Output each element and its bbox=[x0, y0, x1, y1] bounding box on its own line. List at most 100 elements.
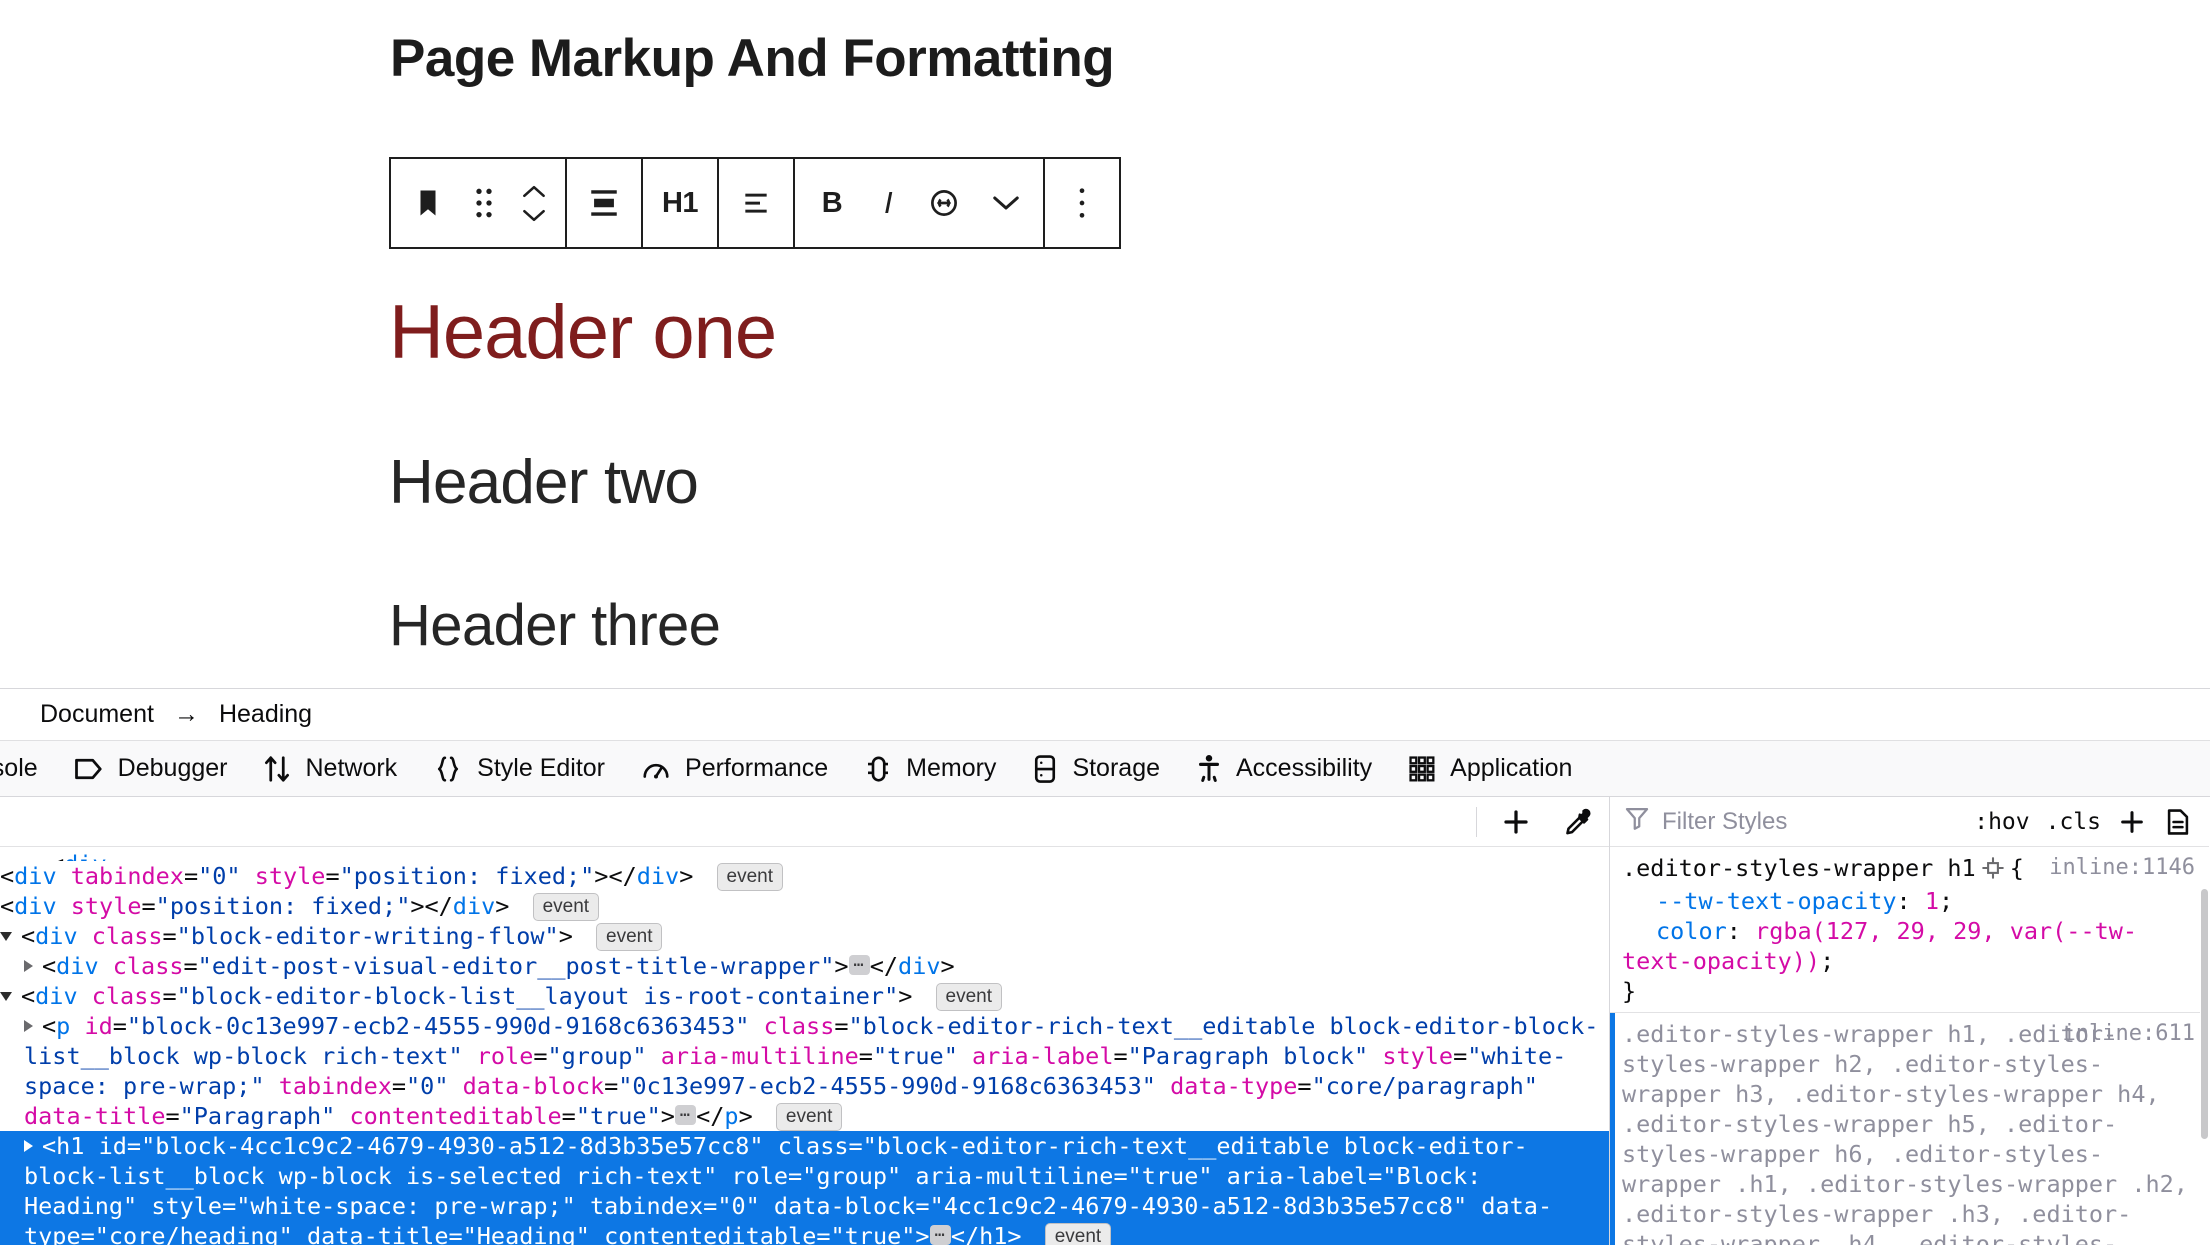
drag-handle-icon[interactable] bbox=[459, 159, 509, 247]
rule-change-marker bbox=[1610, 1013, 1615, 1245]
more-formatting-chevron-down-icon[interactable] bbox=[975, 159, 1037, 247]
event-badge[interactable]: event bbox=[532, 893, 600, 921]
tab-storage[interactable]: Storage bbox=[1014, 741, 1178, 796]
toolbar-group-block bbox=[391, 159, 567, 247]
expand-twisty-icon[interactable] bbox=[0, 992, 12, 1001]
rules-scrollbar[interactable] bbox=[2200, 847, 2209, 1245]
expand-twisty-icon[interactable] bbox=[24, 960, 33, 972]
markup-toolbar bbox=[0, 797, 1609, 847]
filter-bar: Filter Styles :hov .cls bbox=[1610, 797, 2209, 847]
event-badge[interactable]: event bbox=[775, 1103, 843, 1131]
toolbar-group-heading-level: H1 bbox=[643, 159, 719, 247]
css-value[interactable]: 1 bbox=[1925, 887, 1939, 915]
collapsed-children-ellipsis[interactable]: ⋯ bbox=[929, 1225, 951, 1245]
css-selector[interactable]: .editor-styles-wrapper h1 bbox=[1622, 854, 1976, 882]
accessibility-icon bbox=[1196, 754, 1222, 784]
expand-twisty-icon[interactable] bbox=[24, 1140, 33, 1152]
block-options-kebab-icon[interactable] bbox=[1051, 159, 1113, 247]
block-type-icon[interactable] bbox=[397, 159, 459, 247]
italic-button[interactable]: I bbox=[863, 159, 913, 247]
tab-console[interactable]: onsole bbox=[0, 741, 56, 796]
toolbar-group-options bbox=[1045, 159, 1119, 247]
link-icon[interactable] bbox=[913, 159, 975, 247]
document-heading-two[interactable]: Header two bbox=[389, 452, 699, 514]
tab-application-label: Application bbox=[1450, 754, 1573, 782]
bold-button[interactable]: B bbox=[801, 159, 863, 247]
tab-style-editor[interactable]: Style Editor bbox=[415, 741, 623, 796]
italic-label: I bbox=[883, 185, 893, 220]
pseudo-class-hov-button[interactable]: :hov bbox=[1966, 809, 2037, 835]
tab-performance-label: Performance bbox=[685, 754, 829, 782]
text-align-icon[interactable] bbox=[725, 159, 787, 247]
breadcrumb-item-document[interactable]: Document bbox=[40, 700, 154, 729]
event-badge[interactable]: event bbox=[1044, 1223, 1112, 1245]
tab-network[interactable]: Network bbox=[245, 741, 415, 796]
collapsed-children-ellipsis[interactable]: ⋯ bbox=[674, 1105, 697, 1125]
add-node-button[interactable] bbox=[1485, 798, 1547, 846]
markup-row-heading-block[interactable]: <h1 id="block-4cc1c9c2-4679-4930-a512-8d… bbox=[0, 1131, 1609, 1245]
rules-pane: Filter Styles :hov .cls .editor-styles-w… bbox=[1610, 797, 2209, 1245]
page-title: Page Markup And Formatting bbox=[390, 29, 1115, 88]
event-badge[interactable]: event bbox=[716, 863, 783, 891]
tab-memory[interactable]: Memory bbox=[846, 741, 1014, 796]
collapsed-children-ellipsis[interactable]: ⋯ bbox=[848, 955, 870, 975]
css-declaration[interactable]: --tw-text-opacity: 1; bbox=[1622, 886, 2199, 916]
markup-code-listing: <div <div tabindex="0" style="position: … bbox=[0, 847, 1609, 1245]
rules-list: .editor-styles-wrapper h1{ inline:1146 -… bbox=[1610, 847, 2209, 1245]
css-property[interactable]: --tw-text-opacity bbox=[1622, 886, 1897, 916]
css-property[interactable]: color bbox=[1622, 916, 1727, 946]
filter-placeholder-text: Filter Styles bbox=[1662, 807, 1788, 835]
markup-row-div-fixed[interactable]: <div style="position: fixed;"></div> eve… bbox=[0, 891, 1609, 921]
markup-row-div-tabindex[interactable]: <div tabindex="0" style="position: fixed… bbox=[0, 861, 1609, 891]
debugger-icon bbox=[74, 755, 104, 783]
tab-debugger[interactable]: Debugger bbox=[56, 741, 246, 796]
move-up-down-icon[interactable] bbox=[509, 159, 559, 247]
rules-scrollbar-thumb[interactable] bbox=[2201, 889, 2208, 1139]
memory-icon bbox=[864, 754, 892, 784]
selector-highlight-icon[interactable] bbox=[1981, 856, 2004, 886]
css-declaration[interactable]: color: rgba(127, 29, 29, var(--tw-text-o… bbox=[1622, 916, 2199, 976]
css-selector[interactable]: .editor-styles-wrapper h1, .editor-style… bbox=[1622, 1020, 2188, 1245]
performance-icon bbox=[641, 754, 671, 784]
devtools-tab-bar: onsole Debugger Network bbox=[0, 741, 2210, 797]
tab-storage-label: Storage bbox=[1072, 754, 1160, 782]
editor-canvas: Page Markup And Formatting H1 B I Header… bbox=[0, 0, 2210, 688]
filter-styles-input[interactable]: Filter Styles bbox=[1624, 805, 1966, 838]
tab-accessibility[interactable]: Accessibility bbox=[1178, 741, 1390, 796]
tab-network-label: Network bbox=[305, 754, 398, 782]
style-editor-icon bbox=[433, 754, 463, 784]
breadcrumb-item-heading[interactable]: Heading bbox=[219, 700, 312, 729]
toolbar-group-align bbox=[567, 159, 643, 247]
event-badge[interactable]: event bbox=[935, 983, 1003, 1011]
document-heading-three[interactable]: Header three bbox=[389, 597, 721, 655]
element-class-cls-button[interactable]: .cls bbox=[2038, 809, 2109, 835]
css-rule-h1-color[interactable]: .editor-styles-wrapper h1{ inline:1146 -… bbox=[1610, 847, 2209, 1013]
print-styles-icon[interactable] bbox=[2155, 800, 2201, 844]
align-icon[interactable] bbox=[573, 159, 635, 247]
bold-label: B bbox=[821, 186, 843, 219]
breadcrumb-arrow-icon: → bbox=[173, 700, 199, 728]
expand-twisty-icon[interactable] bbox=[24, 1020, 33, 1032]
markup-row-clipped: <div bbox=[0, 849, 1609, 861]
add-new-rule-button[interactable] bbox=[2109, 800, 2155, 844]
network-icon bbox=[263, 754, 291, 784]
css-rule-source[interactable]: inline:1146 bbox=[2049, 853, 2195, 883]
event-badge[interactable]: event bbox=[596, 923, 663, 951]
document-heading-one[interactable]: Header one bbox=[389, 295, 777, 371]
tab-application[interactable]: Application bbox=[1390, 741, 1590, 796]
css-rule-source[interactable]: inline:611 bbox=[2063, 1019, 2195, 1049]
tab-performance[interactable]: Performance bbox=[623, 741, 846, 796]
markup-row-writing-flow[interactable]: <div class="block-editor-writing-flow"> … bbox=[0, 921, 1609, 951]
heading-level-button[interactable]: H1 bbox=[649, 159, 711, 247]
devtools-body: <div <div tabindex="0" style="position: … bbox=[0, 797, 2210, 1245]
expand-twisty-icon[interactable] bbox=[0, 932, 12, 941]
tab-console-label: onsole bbox=[0, 754, 38, 782]
css-rule-headings-group[interactable]: .editor-styles-wrapper h1, .editor-style… bbox=[1610, 1013, 2209, 1245]
developer-tools-panel: Document → Heading onsole Debugger Netw bbox=[0, 688, 2210, 1245]
eyedropper-icon[interactable] bbox=[1547, 798, 1609, 846]
tab-accessibility-label: Accessibility bbox=[1236, 754, 1373, 782]
markup-row-paragraph-block[interactable]: <p id="block-0c13e997-ecb2-4555-990d-916… bbox=[0, 1011, 1609, 1131]
storage-icon bbox=[1032, 754, 1058, 784]
markup-row-post-title-wrapper[interactable]: <div class="edit-post-visual-editor__pos… bbox=[0, 951, 1609, 981]
markup-row-block-list-layout[interactable]: <div class="block-editor-block-list__lay… bbox=[0, 981, 1609, 1011]
